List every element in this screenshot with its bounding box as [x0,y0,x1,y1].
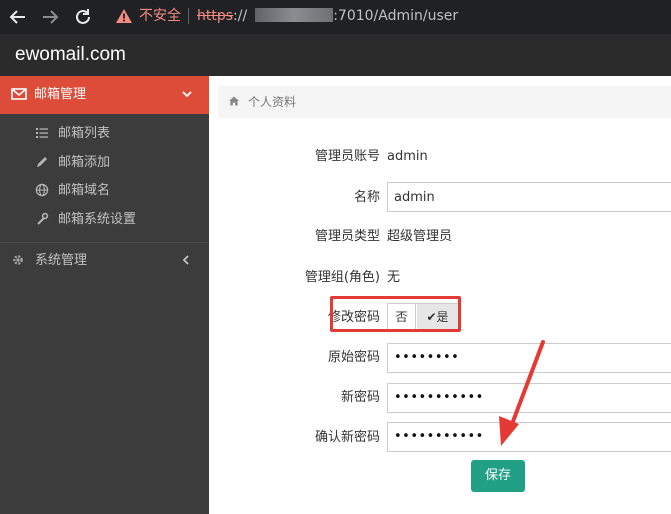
annotation-arrow [499,340,545,446]
chevron-down-icon [182,91,192,98]
globe-icon [35,183,49,197]
sidebar-item-label: 邮箱管理 [34,87,87,102]
sidebar-item-mailbox-management[interactable]: 邮箱管理 [0,76,209,114]
sidebar-item-label: 邮箱添加 [58,155,111,170]
address-separator [188,8,189,24]
back-button[interactable] [6,5,30,29]
security-status[interactable]: 不安全 [139,7,181,25]
url-path: :7010/Admin/user [333,8,459,24]
redacted-host [255,8,334,22]
brand-logo[interactable]: ewomail.com [15,44,126,66]
address-bar[interactable]: https:// :7010/Admin/user [197,7,458,25]
envelope-icon [11,88,27,100]
sidebar-item-system-management[interactable]: 系统管理 [0,243,209,279]
list-icon [36,128,48,138]
url-prefix: :// [233,8,248,24]
sidebar: 邮箱管理 邮箱列表 邮箱添加 邮箱域名 邮箱系统设置 系统管理 [0,76,209,514]
reload-icon [76,9,90,24]
app-header: ewomail.com [0,34,671,76]
arrow-right-icon [43,10,59,24]
arrow-left-icon [9,10,25,24]
url-scheme: https [197,8,234,24]
wrench-icon [37,212,49,225]
forward-button[interactable] [38,5,62,29]
browser-toolbar: 不安全 https:// :7010/Admin/user [0,0,671,34]
sidebar-item-label: 邮箱域名 [58,183,111,198]
warning-icon [116,9,132,23]
sidebar-item-mailbox-list[interactable]: 邮箱列表 [0,120,209,148]
sidebar-item-mailbox-add[interactable]: 邮箱添加 [0,149,209,177]
sidebar-item-label: 系统管理 [35,253,88,268]
pencil-icon [37,157,47,167]
chevron-left-icon [182,255,189,265]
reload-button[interactable] [71,5,95,29]
sidebar-item-mailbox-settings[interactable]: 邮箱系统设置 [0,206,209,234]
gear-icon [13,255,23,265]
sidebar-item-label: 邮箱系统设置 [58,212,137,227]
sidebar-item-mailbox-domain[interactable]: 邮箱域名 [0,177,209,205]
sidebar-item-label: 邮箱列表 [58,126,111,141]
main-content: 个人资料 管理员账号 admin 名称 admin 管理员类型 超级管理员 管理… [209,76,671,514]
